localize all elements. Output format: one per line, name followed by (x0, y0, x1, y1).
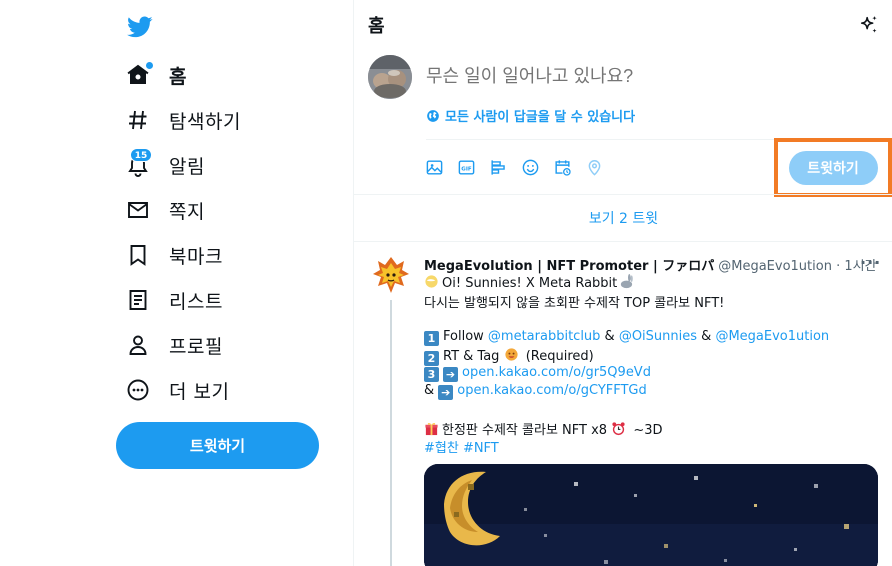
notification-dot (146, 62, 153, 69)
tweet-text: 한정판 수제작 콜라보 NFT x8 (442, 423, 612, 438)
location-icon[interactable] (584, 157, 604, 177)
sidebar-item-label: 알림 (169, 155, 205, 178)
tweet-author-avatar[interactable] (372, 255, 410, 295)
envelope-icon (126, 198, 150, 222)
image-icon[interactable] (424, 157, 444, 177)
tweet-button-highlight: 트윗하기 (774, 138, 892, 197)
tweet-text: Follow (443, 329, 488, 344)
hashtag-links[interactable]: #협찬 #NFT (424, 437, 499, 456)
tweet-step-2: 2 RT & Tag (Required) (424, 347, 594, 366)
tweet-author-name[interactable]: MegaEvolution | NFT Promoter | ファロパ (424, 255, 714, 274)
tweet-more-options-icon[interactable]: ··· (860, 253, 881, 272)
tweet-step-4: & ➔ open.kakao.com/o/gCYFFTGd (424, 383, 647, 400)
sidebar-item-label: 쪽지 (169, 200, 205, 223)
twitter-logo-icon[interactable] (126, 14, 154, 40)
tweet-text: ~3D (629, 423, 663, 438)
arrow-right-icon: ➔ (443, 367, 458, 382)
sidebar-item-lists[interactable]: 리스트 (126, 282, 223, 318)
sidebar-nav: 홈 탐색하기 15 알림 쪽지 북마크 리스트 프로필 더 보기 트윗하기 (0, 0, 354, 566)
mention-link[interactable]: @OiSunnies (619, 329, 697, 344)
sidebar-item-bookmarks[interactable]: 북마크 (126, 237, 223, 273)
svg-text:GIF: GIF (461, 166, 472, 172)
person-icon (126, 333, 150, 357)
tweet-media-image[interactable] (424, 464, 878, 566)
tweet-text: RT & Tag (443, 349, 504, 364)
tweet-step-1: 1 Follow @metarabbitclub & @OiSunnies & @… (424, 329, 829, 346)
show-new-tweets-link[interactable]: 보기 2 트윗 (354, 195, 892, 241)
rabbit-emoji-icon (621, 274, 634, 289)
gif-icon[interactable]: GIF (456, 157, 476, 177)
sun-emoji-icon (425, 275, 438, 288)
tweet-text-line: 한정판 수제작 콜라보 NFT x8 ~3D (424, 419, 663, 438)
notification-count-badge: 15 (130, 148, 152, 162)
hashtag-icon (126, 108, 150, 132)
sidebar-item-profile[interactable]: 프로필 (126, 327, 223, 363)
keycap-3-icon: 3 (424, 367, 439, 382)
alarm-clock-emoji-icon (612, 422, 625, 436)
sidebar-item-home[interactable]: 홈 (126, 57, 187, 93)
tweet-text: & (697, 329, 716, 344)
mention-link[interactable]: @MegaEvo1ution (715, 329, 829, 344)
more-circle-icon (126, 378, 150, 402)
tweet-text-line: 다시는 발행되지 않을 초회판 수제작 TOP 콜라보 NFT! (424, 296, 725, 311)
tweet-text: & (424, 383, 439, 398)
globe-icon (427, 109, 439, 122)
mention-link[interactable]: @metarabbitclub (488, 329, 601, 344)
gift-emoji-icon (425, 422, 438, 436)
reply-setting-button[interactable]: 모든 사람이 답글을 달 수 있습니다 (426, 106, 635, 125)
tweet-text: Oi! Sunnies! X Meta Rabbit (442, 276, 618, 291)
tweet-text: (Required) (521, 349, 594, 364)
divider (354, 241, 892, 242)
user-avatar[interactable] (368, 55, 412, 99)
url-link[interactable]: open.kakao.com/o/gr5Q9eVd (462, 365, 651, 380)
sidebar-item-label: 홈 (169, 65, 187, 88)
reply-setting-label: 모든 사람이 답글을 달 수 있습니다 (445, 110, 636, 125)
main-timeline: 홈 모든 사람이 답글을 달 수 있습니다 GIF 트윗하기 (353, 0, 892, 566)
compose-tweet-input[interactable] (426, 66, 726, 87)
page-title: 홈 (368, 16, 385, 37)
sidebar-item-label: 리스트 (169, 290, 223, 313)
keycap-1-icon: 1 (424, 331, 439, 346)
home-icon (126, 62, 153, 87)
sidebar-item-label: 탐색하기 (169, 110, 241, 133)
tweet-author-handle[interactable]: @MegaEvo1ution · 1시간 (718, 255, 876, 274)
tweet-text: & (600, 329, 619, 344)
compose-tweet-button[interactable]: 트윗하기 (788, 150, 878, 185)
sidebar-item-label: 더 보기 (169, 380, 230, 403)
bookmark-icon (126, 243, 150, 267)
tweet-header: MegaEvolution | NFT Promoter | ファロパ @Meg… (424, 255, 877, 274)
sidebar-item-label: 북마크 (169, 245, 223, 268)
face-emoji-icon (504, 348, 518, 361)
sidebar-item-more[interactable]: 더 보기 (126, 372, 229, 408)
tweet-text-line: Oi! Sunnies! X Meta Rabbit (424, 274, 637, 291)
sidebar-tweet-button[interactable]: 트윗하기 (116, 422, 319, 469)
sidebar-item-label: 프로필 (169, 335, 223, 358)
sidebar-item-notifications[interactable]: 15 알림 (126, 147, 205, 183)
sidebar-item-messages[interactable]: 쪽지 (126, 192, 205, 228)
schedule-icon[interactable] (552, 157, 572, 177)
emoji-icon[interactable] (520, 157, 540, 177)
keycap-2-icon: 2 (424, 351, 439, 366)
list-icon (126, 288, 150, 312)
arrow-right-icon: ➔ (438, 385, 454, 400)
bell-icon: 15 (126, 148, 152, 177)
poll-icon[interactable] (488, 157, 508, 177)
tweet-step-3: 3 ➔ open.kakao.com/o/gr5Q9eVd (424, 365, 651, 382)
sparkle-icon[interactable] (858, 14, 880, 36)
thread-line (390, 300, 392, 566)
url-link[interactable]: open.kakao.com/o/gCYFFTGd (457, 383, 646, 398)
sidebar-item-explore[interactable]: 탐색하기 (126, 102, 241, 138)
